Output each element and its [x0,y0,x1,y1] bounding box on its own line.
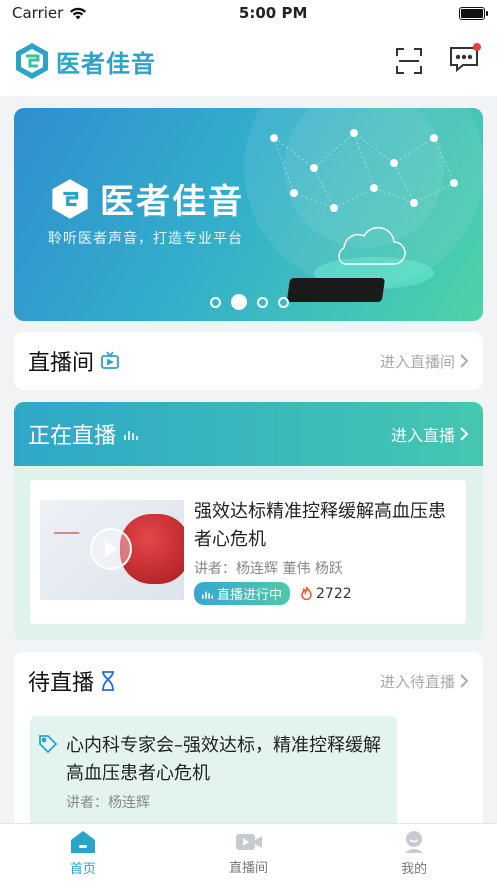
live-item-speakers: 讲者：杨连辉 董伟 杨跃 [194,561,343,577]
live-item-title[interactable]: 强效达标精准控释缓解高血压患者心危机 [194,498,456,554]
tab-profile-label: 我的 [401,862,428,877]
tv-icon [101,351,119,369]
banner-logo-icon [52,178,88,219]
logo-mark-icon [16,43,48,79]
tab-home-label: 首页 [69,862,96,877]
now-live-title: 正在直播 [28,424,117,449]
thumbnail-slide-graphic: ━━━━━━━ [54,530,80,537]
upcoming-item-speaker: 讲者：杨连辉 [66,795,150,811]
signal-bars-icon [124,431,139,440]
flame-icon [301,586,312,601]
enter-upcoming-label: 进入待直播 [379,672,455,691]
message-button[interactable] [449,43,481,77]
live-thumbnail[interactable]: ━━━━━━━ [40,500,184,600]
tab-live-label: 直播间 [229,861,269,876]
now-live-header: 正在直播 进入直播 [14,402,483,466]
carrier-label: Carrier [12,4,64,22]
bottom-tab-bar: 首页 直播间 我的 [0,823,497,883]
battery-icon [458,6,488,20]
enter-now-live-link[interactable]: 进入直播 [391,422,469,446]
upcoming-title: 待直播 [28,671,95,696]
upcoming-item-title[interactable]: 心内科专家会–强效达标，精准控释缓解高血压患者心危机 [66,732,386,788]
view-count: 2722 [300,586,352,602]
chevron-right-icon [460,354,469,368]
status-bar: Carrier 5:00 PM [0,0,497,26]
hourglass-icon [102,671,115,691]
chevron-right-icon [460,427,469,441]
live-status-label: 直播进行中 [217,588,283,603]
tab-profile[interactable]: 我的 [331,824,497,883]
tab-live[interactable]: 直播间 [166,824,332,883]
video-icon [235,834,262,850]
enter-live-room-link[interactable]: 进入直播间 [380,351,469,372]
profile-icon [405,831,424,853]
live-item[interactable]: ━━━━━━━ 强效达标精准控释缓解高血压患者心危机 讲者：杨连辉 董伟 杨跃 … [30,480,466,624]
play-icon [105,541,118,557]
live-status-badge: 直播进行中 [194,582,291,605]
app-header: 医者佳音 [0,26,497,96]
banner-carousel[interactable]: 医者佳音 聆听医者声音，打造专业平台 [14,108,483,321]
live-room-card[interactable]: 直播间 进入直播间 [14,332,483,390]
carousel-dot[interactable] [210,296,221,308]
play-button[interactable] [90,528,132,570]
carousel-dot-active[interactable] [231,294,247,310]
app-name: 医者佳音 [56,49,156,78]
tab-home[interactable]: 首页 [0,824,166,883]
upcoming-card: 待直播 进入待直播 心内科专家会–强效达标，精准控释缓解高血压患者心危机 讲者：… [14,652,483,832]
banner-slogan: 聆听医者声音，打造专业平台 [48,231,243,247]
scan-icon[interactable] [395,47,423,75]
home-icon [70,831,95,853]
wifi-icon [70,7,87,19]
app-logo: 医者佳音 [12,41,156,81]
notification-dot [473,43,481,51]
enter-now-live-label: 进入直播 [390,426,455,445]
now-live-card: 正在直播 进入直播 ━━━━━━━ 强效达标精准控释缓解高血压患者心危机 讲者：… [14,402,483,640]
view-count-value: 2722 [316,585,352,602]
live-room-title: 直播间 [28,351,95,376]
enter-live-room-label: 进入直播间 [379,352,455,371]
carousel-dots [210,294,289,310]
upcoming-item[interactable]: 心内科专家会–强效达标，精准控释缓解高血压患者心危机 讲者：杨连辉 [30,716,397,832]
chevron-right-icon [460,674,469,688]
carousel-dot[interactable] [278,296,289,308]
tag-icon [39,735,58,754]
clock: 5:00 PM [238,4,308,22]
carousel-dot[interactable] [257,296,268,308]
banner-brand-text: 医者佳音 [100,182,244,222]
enter-upcoming-link[interactable]: 进入待直播 [380,671,469,692]
signal-bars-icon [202,591,213,599]
